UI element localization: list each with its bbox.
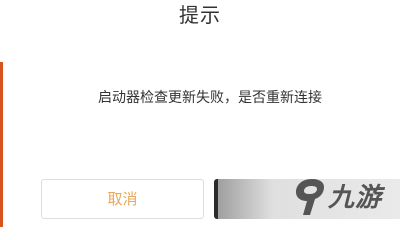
dialog-message: 启动器检查更新失败，是否重新连接 — [98, 90, 322, 106]
background-window-edge — [0, 62, 3, 227]
cancel-button[interactable]: 取消 — [41, 179, 204, 219]
jiuyou-logo-icon — [296, 179, 324, 215]
prompt-dialog: 提示 启动器检查更新失败，是否重新连接 取消 九游 — [0, 0, 400, 227]
watermark-text: 九游 — [328, 183, 383, 213]
dialog-title: 提示 — [179, 3, 221, 27]
